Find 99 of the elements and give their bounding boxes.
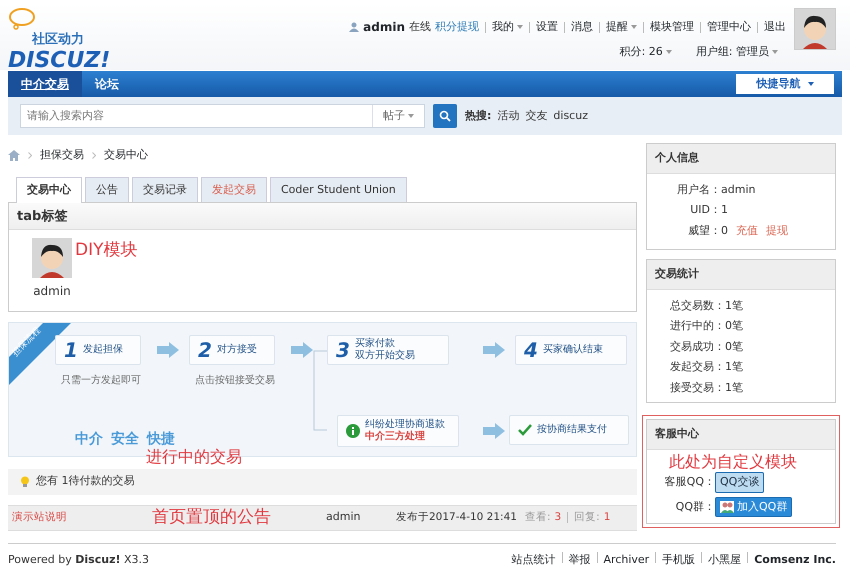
ribbon-label: 担保流程 xyxy=(11,326,43,358)
chevron-icon xyxy=(92,152,96,159)
diy-label: DIY模块 xyxy=(75,238,138,262)
arrow-icon xyxy=(291,342,313,358)
logo-wordmark[interactable]: DISCUZ! xyxy=(8,50,110,72)
field-value: 0笔 xyxy=(725,338,743,354)
powered-by-text: Powered by Discuz! X3.3 xyxy=(8,552,150,568)
footer-link[interactable]: 站点统计 xyxy=(512,552,556,568)
menu-link[interactable]: 管理中心 xyxy=(707,18,751,36)
dropdown-link[interactable]: 积分: 26 xyxy=(620,44,672,60)
menu-link[interactable]: 设置 xyxy=(536,18,558,36)
status-text: 在线 xyxy=(409,18,431,35)
lightbulb-icon xyxy=(20,476,30,488)
arrow-icon xyxy=(483,422,505,438)
field-label: QQ群： xyxy=(674,498,715,515)
field-value: 0笔 xyxy=(725,318,743,334)
field-label: UID： xyxy=(689,202,721,218)
step-caption: 点击按钮接受交易 xyxy=(195,374,275,388)
qq-chat-button[interactable]: QQ交谈 xyxy=(715,472,764,493)
post-date: 发布于2017-4-10 21:41 xyxy=(396,510,517,525)
block-title: tab标签 xyxy=(9,202,636,230)
search-button[interactable] xyxy=(433,104,457,128)
replies-label: 回复: xyxy=(574,510,600,525)
username: admin xyxy=(32,282,72,300)
pending-notice[interactable]: 您有 1待付款的交易 xyxy=(36,473,134,490)
menu-link[interactable]: 退出 xyxy=(764,18,786,36)
custom-module-label: 此处为自定义模块 xyxy=(668,452,798,472)
field-label: 接受交易： xyxy=(669,380,725,396)
chevron-icon xyxy=(28,152,32,159)
hot-search-link[interactable]: 活动 xyxy=(497,108,520,124)
action-link[interactable]: 提现 xyxy=(766,222,788,239)
tab[interactable]: 公告 xyxy=(85,176,129,202)
tab[interactable]: Coder Student Union xyxy=(270,176,407,202)
user-icon xyxy=(349,22,360,32)
breadcrumb-link[interactable]: 担保交易 xyxy=(40,147,84,164)
avatar[interactable] xyxy=(794,8,836,50)
panel-title: 客服中心 xyxy=(647,420,835,450)
field-value: 1笔 xyxy=(725,380,743,396)
menu-link[interactable]: 积分提现 xyxy=(435,18,479,36)
section-label: 进行中的交易 xyxy=(146,446,242,468)
join-group-button[interactable]: 加入QQ群 xyxy=(715,496,792,518)
step-box: 2 对方接受 xyxy=(189,334,275,364)
field-label: 威望： xyxy=(687,222,721,238)
slogan-text: 快捷 xyxy=(147,430,175,448)
field-value: 1笔 xyxy=(725,298,743,314)
tab[interactable]: 交易记录 xyxy=(132,176,198,202)
footer-link[interactable]: 举报 xyxy=(568,552,591,568)
nav-tab[interactable]: 论坛 xyxy=(82,71,132,97)
step-box: 按协商结果支付 xyxy=(509,414,629,444)
announcement-link[interactable]: 演示站说明 xyxy=(12,510,152,526)
tab[interactable]: 交易中心 xyxy=(16,176,82,202)
views-count: 3 xyxy=(554,510,562,525)
replies-count: 1 xyxy=(604,510,610,525)
hot-search-label: 热搜: xyxy=(465,108,492,124)
slogan-text: 中介 xyxy=(75,430,103,448)
people-icon xyxy=(720,501,734,514)
step-box: 4 买家确认结束 xyxy=(515,334,627,364)
search-field[interactable]: 请输入搜索内容 帖子 xyxy=(20,104,425,128)
panel-title: 交易统计 xyxy=(647,260,835,290)
field-label: 客服QQ： xyxy=(664,474,715,490)
footer-link[interactable]: Archiver xyxy=(604,552,650,568)
footer-link[interactable]: 小黑屋 xyxy=(708,552,742,568)
field-value: 1笔 xyxy=(725,359,743,375)
user-avatar[interactable] xyxy=(32,238,72,278)
search-icon xyxy=(439,110,451,122)
menu-link[interactable]: 消息 xyxy=(571,18,593,36)
menu-link[interactable]: 模块管理 xyxy=(650,18,694,36)
step-box: 1 发起担保 xyxy=(55,334,141,364)
author-name[interactable]: admin xyxy=(326,509,396,526)
field-value: admin xyxy=(721,182,756,198)
section-label: 首页置顶的公告 xyxy=(152,506,272,529)
arrow-icon xyxy=(483,342,505,358)
field-label: 交易成功： xyxy=(669,338,725,354)
username-link[interactable]: admin xyxy=(363,18,405,36)
dropdown-link[interactable]: 我的 xyxy=(492,18,523,36)
step-caption: 只需一方发起即可 xyxy=(61,374,141,388)
footer-link[interactable]: Comsenz Inc. xyxy=(754,552,836,568)
arrow-icon xyxy=(157,342,179,358)
views-label: 查看: xyxy=(524,510,550,525)
logo-tagline: 社区动力 xyxy=(32,31,85,49)
logo-bubble-icon xyxy=(8,8,36,30)
dropdown-link[interactable]: 提醒 xyxy=(606,18,637,36)
dispute-box: 纠纷处理协商退款 中介三方处理 xyxy=(337,414,459,446)
field-value: 1 xyxy=(721,202,728,218)
field-label: 进行中的： xyxy=(669,318,725,334)
field-label: 用户名： xyxy=(676,182,721,198)
hot-search-link[interactable]: discuz xyxy=(553,108,588,124)
field-label: 总交易数： xyxy=(669,298,725,314)
hot-search-link[interactable]: 交友 xyxy=(525,108,548,124)
field-value: 0 xyxy=(721,222,728,238)
footer-link[interactable]: 手机版 xyxy=(662,552,696,568)
panel-title: 个人信息 xyxy=(647,144,835,174)
action-link[interactable]: 充值 xyxy=(736,222,758,239)
slogan-text: 安全 xyxy=(111,430,139,448)
field-label: 发起交易： xyxy=(669,359,725,375)
quick-nav-button[interactable]: 快捷导航 xyxy=(736,74,834,94)
dropdown-link[interactable]: 用户组: 管理员 xyxy=(696,44,778,60)
nav-tab[interactable]: 中介交易 xyxy=(8,71,82,97)
breadcrumb-link[interactable]: 交易中心 xyxy=(104,147,148,164)
